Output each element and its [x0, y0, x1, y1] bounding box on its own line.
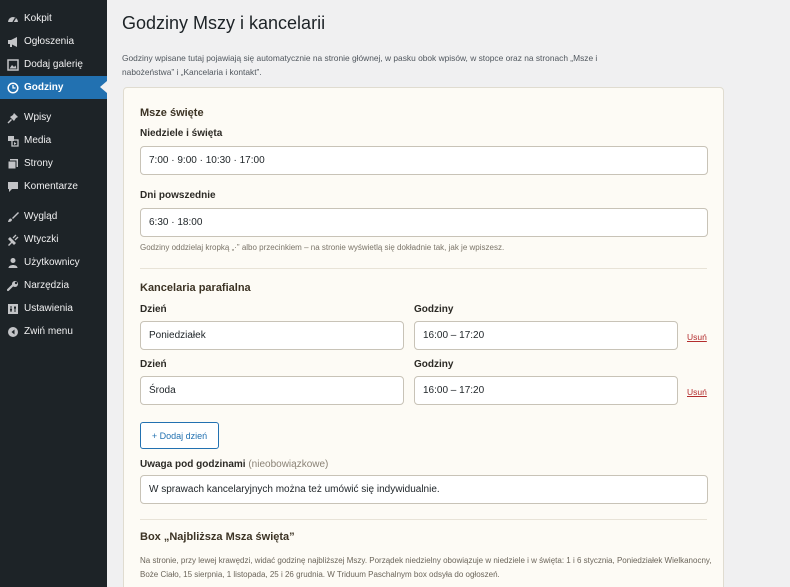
wrench-icon — [6, 279, 19, 292]
pages-icon — [6, 157, 19, 170]
box-description: Na stronie, przy lewej krawędzi, widać g… — [140, 556, 712, 579]
collapse-icon — [6, 325, 19, 338]
sidebar-item-label: Godziny — [24, 82, 64, 93]
sidebar-item-label: Wpisy — [24, 112, 52, 123]
gallery-icon — [6, 58, 19, 71]
office-note-input[interactable]: W sprawach kancelaryjnych można też umów… — [140, 475, 708, 504]
sidebar-item-label: Kokpit — [24, 13, 52, 24]
pin-icon — [6, 111, 19, 124]
sidebar-item-label: Dodaj galerię — [24, 59, 83, 70]
add-day-button[interactable]: + Dodaj dzień — [140, 422, 219, 449]
sidebar-item-wtyczki[interactable]: Wtyczki — [0, 228, 107, 251]
office-day-input[interactable]: Poniedziałek — [140, 321, 404, 350]
sidebar-item-label: Ustawienia — [24, 303, 73, 314]
sidebar-item-zwin-menu[interactable]: Zwiń menu — [0, 320, 107, 343]
sidebar-item-label: Wygląd — [24, 211, 58, 222]
note-label: Uwaga pod godzinami (nieobowiązkowe) — [140, 459, 328, 470]
admin-sidebar: Kokpit Ogłoszenia Dodaj galerię Godziny … — [0, 0, 107, 587]
sidebar-item-label: Strony — [24, 158, 53, 169]
media-icon — [6, 134, 19, 147]
sidebar-item-strony[interactable]: Strony — [0, 152, 107, 175]
sidebar-item-ogloszenia[interactable]: Ogłoszenia — [0, 30, 107, 53]
sidebar-item-media[interactable]: Media — [0, 129, 107, 152]
sidebar-item-label: Użytkownicy — [24, 257, 80, 268]
main-content: Godziny Mszy i kancelarii Godziny wpisan… — [107, 0, 790, 587]
sidebar-item-ustawienia[interactable]: Ustawienia — [0, 297, 107, 320]
office-hours-input[interactable]: 16:00 – 17:20 — [414, 376, 678, 405]
office-day-label: Dzień — [140, 304, 167, 315]
office-day-label: Dzień — [140, 359, 167, 370]
sidebar-item-komentarze[interactable]: Komentarze — [0, 175, 107, 198]
weekday-hours-input[interactable]: 6:30 · 18:00 — [140, 208, 708, 237]
office-hours-label: Godziny — [414, 359, 454, 370]
sunday-label: Niedziele i święta — [140, 128, 223, 139]
box-section-title: Box „Najbliższa Msza święta” — [140, 531, 295, 543]
sidebar-item-kokpit[interactable]: Kokpit — [0, 7, 107, 30]
comment-icon — [6, 180, 19, 193]
sidebar-item-label: Zwiń menu — [24, 326, 73, 337]
weekday-label: Dni powszednie — [140, 190, 216, 201]
sunday-hours-input[interactable]: 7:00 · 9:00 · 10:30 · 17:00 — [140, 146, 708, 175]
office-section-title: Kancelaria parafialna — [140, 282, 251, 294]
page-title: Godziny Mszy i kancelarii — [122, 13, 326, 33]
masses-section-title: Msze święte — [140, 107, 204, 119]
sidebar-item-label: Wtyczki — [24, 234, 59, 245]
sidebar-item-wpisy[interactable]: Wpisy — [0, 106, 107, 129]
sidebar-item-narzedzia[interactable]: Narzędzia — [0, 274, 107, 297]
office-day-input[interactable]: Środa — [140, 376, 404, 405]
sidebar-item-label: Ogłoszenia — [24, 36, 75, 47]
section-divider — [140, 268, 707, 269]
sidebar-item-label: Komentarze — [24, 181, 78, 192]
settings-icon — [6, 302, 19, 315]
clock-icon — [6, 81, 19, 94]
sidebar-item-wyglad[interactable]: Wygląd — [0, 205, 107, 228]
note-label-text: Uwaga pod godzinami — [140, 459, 246, 470]
settings-card: Msze święte Niedziele i święta 7:00 · 9:… — [123, 87, 724, 587]
sidebar-item-uzytkownicy[interactable]: Użytkownicy — [0, 251, 107, 274]
sidebar-item-label: Media — [24, 135, 52, 146]
plugin-icon — [6, 233, 19, 246]
note-optional-text: (nieobowiązkowe) — [248, 459, 329, 470]
users-icon — [6, 256, 19, 269]
office-hours-input[interactable]: 16:00 – 17:20 — [414, 321, 678, 350]
page-description: Godziny wpisane tutaj pojawiają się auto… — [122, 53, 598, 77]
section-divider — [140, 519, 707, 520]
dashboard-icon — [6, 12, 19, 25]
sidebar-item-label: Narzędzia — [24, 280, 70, 291]
sidebar-item-godziny[interactable]: Godziny — [0, 76, 107, 99]
megaphone-icon — [6, 35, 19, 48]
brush-icon — [6, 210, 19, 223]
hours-format-hint: Godziny oddzielaj kropką „·” albo przeci… — [140, 243, 505, 252]
office-hours-label: Godziny — [414, 304, 454, 315]
delete-row-link[interactable]: Usuń — [687, 332, 707, 342]
delete-row-link[interactable]: Usuń — [687, 387, 707, 397]
sidebar-item-dodaj-galerie[interactable]: Dodaj galerię — [0, 53, 107, 76]
